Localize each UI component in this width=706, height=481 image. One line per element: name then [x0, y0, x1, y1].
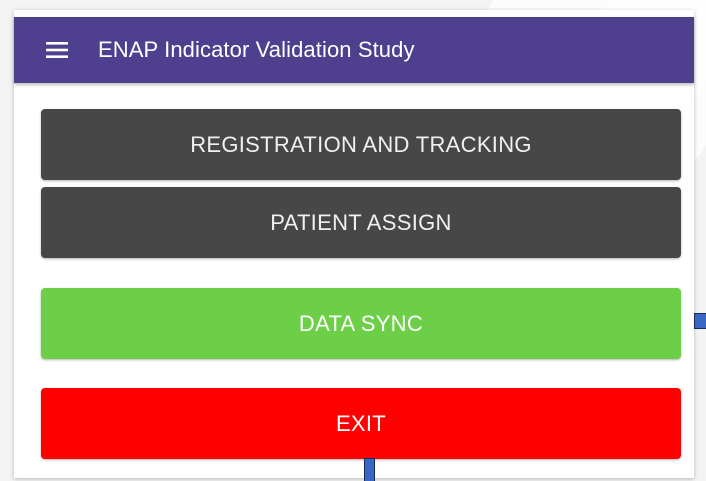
hamburger-menu-icon-glyph	[46, 42, 68, 58]
page: ENAP Indicator Validation Study REGISTRA…	[0, 0, 706, 481]
connector-marker	[694, 313, 706, 329]
registration-and-tracking-button[interactable]: REGISTRATION AND TRACKING	[41, 109, 681, 180]
connector-marker	[364, 458, 375, 481]
exit-button[interactable]: EXIT	[41, 388, 681, 459]
hamburger-menu-icon[interactable]	[40, 33, 74, 67]
patient-assign-button[interactable]: PATIENT ASSIGN	[41, 187, 681, 258]
data-sync-button[interactable]: DATA SYNC	[41, 288, 681, 359]
app-bar: ENAP Indicator Validation Study	[14, 17, 694, 83]
app-title: ENAP Indicator Validation Study	[98, 37, 415, 62]
